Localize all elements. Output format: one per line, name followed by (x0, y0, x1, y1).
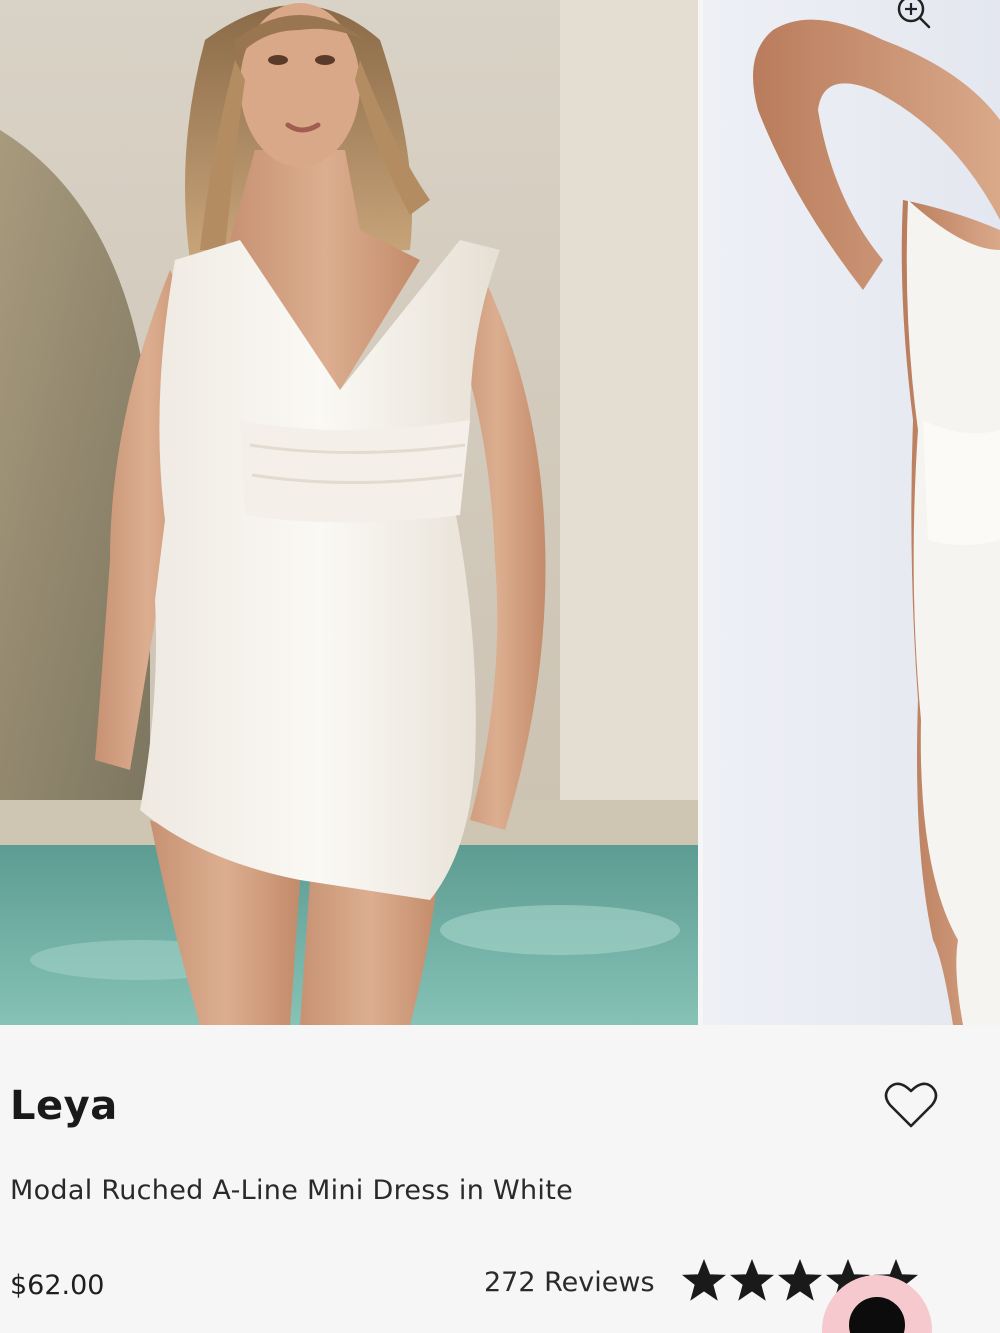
product-name: Modal Ruched A-Line Mini Dress in White (10, 1175, 574, 1206)
model-back-photo (703, 0, 1000, 1025)
model-front-photo (0, 0, 698, 1025)
star-icon (778, 1259, 822, 1301)
product-brand: Leya (10, 1083, 118, 1129)
heart-outline-icon (884, 1082, 938, 1128)
zoom-in-icon (897, 0, 931, 29)
chat-bubble-icon (849, 1297, 905, 1333)
product-info: Leya Modal Ruched A-Line Mini Dress in W… (0, 1025, 1000, 1333)
wishlist-button[interactable] (884, 1081, 938, 1131)
product-image-back[interactable] (703, 0, 1000, 1025)
product-price: $62.00 (10, 1270, 105, 1301)
star-icon (682, 1259, 726, 1301)
star-icon (730, 1259, 774, 1301)
product-image-front[interactable] (0, 0, 698, 1025)
product-image-carousel[interactable] (0, 0, 1000, 1025)
reviews-link[interactable]: 272 Reviews (484, 1267, 655, 1298)
